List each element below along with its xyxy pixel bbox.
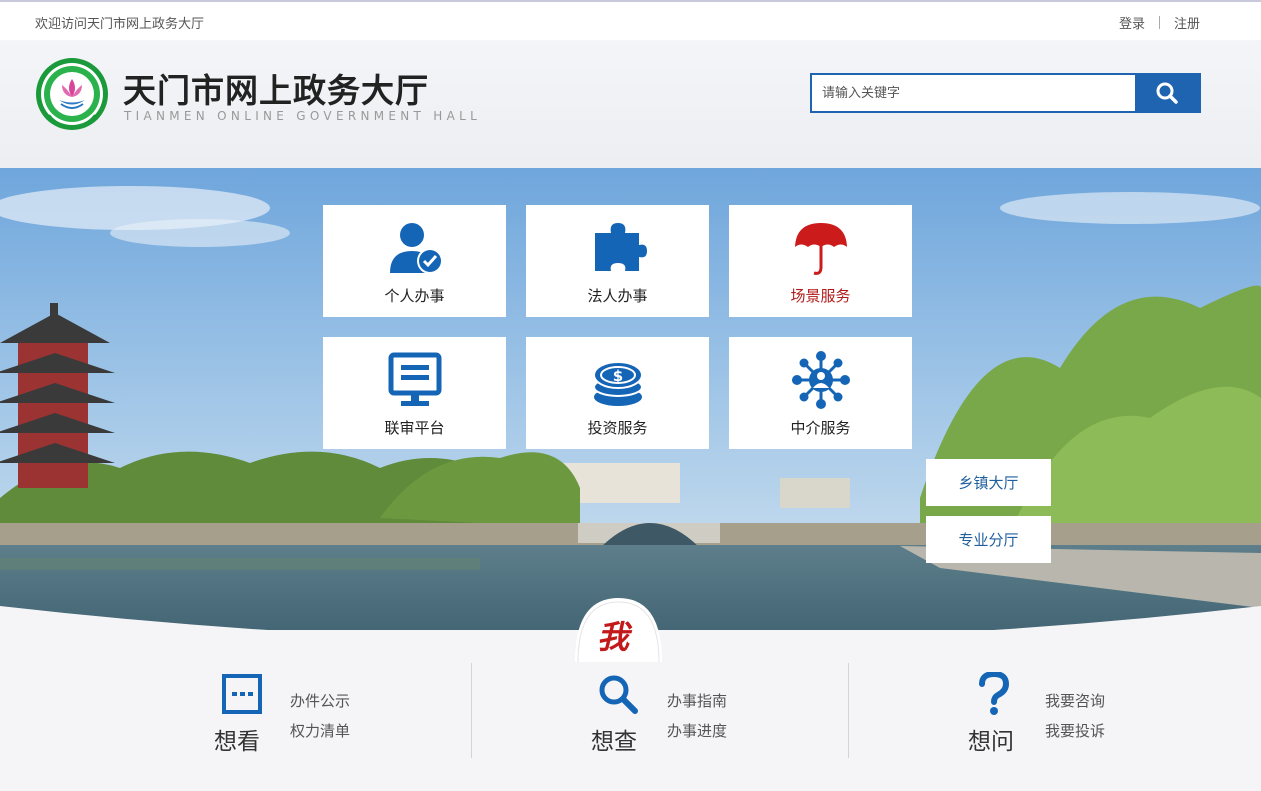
lotus-emblem-icon[interactable] (35, 57, 109, 131)
ask-title: 想问 (968, 729, 1014, 755)
tile-label: 个人办事 (384, 287, 445, 305)
township-hall-button[interactable]: 乡镇大厅 (926, 459, 1051, 506)
service-guide-link[interactable]: 办事指南 (667, 686, 727, 716)
coin-stack-icon: $ (592, 361, 643, 406)
tile-label: 法人办事 (587, 287, 648, 305)
power-list-link[interactable]: 权力清单 (290, 716, 350, 746)
case-publicity-link[interactable]: 办件公示 (290, 686, 350, 716)
puzzle-icon (594, 223, 647, 271)
tile-label: 中介服务 (790, 419, 851, 437)
divider (1158, 16, 1160, 29)
network-icon (791, 351, 850, 409)
progress-link[interactable]: 办事进度 (667, 716, 727, 746)
site-subtitle: TIANMEN ONLINE GOVERNMENT HALL (124, 109, 482, 123)
see-title: 想看 (214, 729, 260, 755)
question-icon (970, 672, 1018, 716)
check-title: 想查 (591, 729, 637, 755)
search-button[interactable] (1135, 75, 1199, 111)
message-box-icon (218, 672, 266, 716)
auth-links: 登录 注册 (1119, 13, 1200, 32)
hero-banner: 个人办事 法人办事 场景服务 联审平台 $ 投资服务 中介服务 乡镇大厅 专业分… (0, 168, 1261, 648)
top-bar: 欢迎访问天门市网上政务大厅 登录 注册 (0, 0, 1261, 40)
divider (471, 663, 472, 758)
header: 天门市网上政务大厅 TIANMEN ONLINE GOVERNMENT HALL (0, 40, 1261, 168)
tile-intermediary-services[interactable]: 中介服务 (729, 337, 912, 449)
tile-scene-services[interactable]: 场景服务 (729, 205, 912, 317)
site-title: 天门市网上政务大厅 (123, 71, 429, 110)
tile-joint-review-platform[interactable]: 联审平台 (323, 337, 506, 449)
tile-personal-affairs[interactable]: 个人办事 (323, 205, 506, 317)
welcome-text: 欢迎访问天门市网上政务大厅 (35, 17, 205, 32)
monitor-icon (388, 352, 441, 406)
tile-label: 联审平台 (384, 419, 445, 437)
magnifier-icon (594, 672, 642, 716)
badge-text: 我 (597, 618, 630, 656)
tile-label: 投资服务 (587, 419, 648, 437)
wo-badge: 我 (575, 598, 662, 663)
tile-label: 场景服务 (790, 287, 851, 305)
search-input[interactable] (812, 75, 1135, 111)
tile-legal-entity-affairs[interactable]: 法人办事 (526, 205, 709, 317)
register-link[interactable]: 注册 (1174, 13, 1200, 32)
search-bar (810, 73, 1201, 113)
login-link[interactable]: 登录 (1119, 13, 1145, 32)
search-icon (1156, 82, 1178, 104)
special-branch-button[interactable]: 专业分厅 (926, 516, 1051, 563)
consult-link[interactable]: 我要咨询 (1045, 686, 1105, 716)
complaint-link[interactable]: 我要投诉 (1045, 716, 1105, 746)
svg-text:$: $ (612, 367, 622, 385)
divider (848, 663, 849, 758)
umbrella-icon (794, 223, 847, 275)
person-check-icon (389, 223, 443, 274)
tile-investment-services[interactable]: $ 投资服务 (526, 337, 709, 449)
